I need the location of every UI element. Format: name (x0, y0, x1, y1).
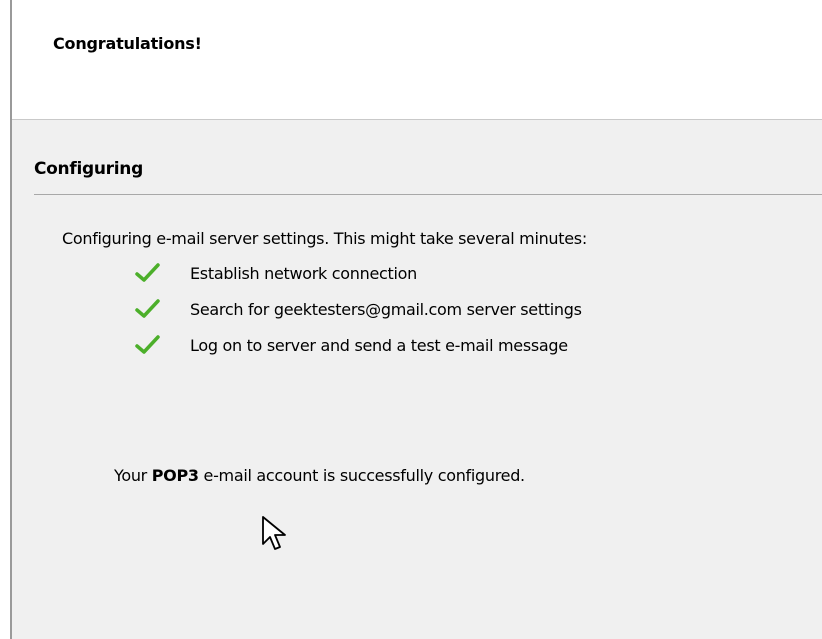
account-type: POP3 (151, 466, 199, 485)
header-title: Congratulations! (53, 34, 202, 53)
mouse-pointer-icon (262, 516, 286, 550)
section-divider (34, 194, 822, 195)
account-setup-dialog: Congratulations! Configuring Configuring… (0, 0, 822, 639)
result-message: Your POP3 e-mail account is successfully… (114, 466, 525, 485)
result-prefix: Your (114, 466, 152, 485)
check-icon (135, 335, 160, 354)
step-item: Search for geektesters@gmail.com server … (134, 294, 582, 324)
intro-text: Configuring e-mail server settings. This… (62, 229, 587, 248)
step-item: Log on to server and send a test e-mail … (134, 330, 568, 360)
step-item: Establish network connection (134, 258, 417, 288)
section-title: Configuring (34, 159, 143, 179)
result-suffix: e-mail account is successfully configure… (198, 466, 526, 485)
step-label: Establish network connection (190, 263, 417, 283)
check-icon (135, 263, 160, 282)
step-label: Search for geektesters@gmail.com server … (190, 299, 582, 319)
step-label: Log on to server and send a test e-mail … (190, 335, 568, 355)
dialog-header: Congratulations! (12, 0, 822, 120)
check-icon (135, 299, 160, 318)
